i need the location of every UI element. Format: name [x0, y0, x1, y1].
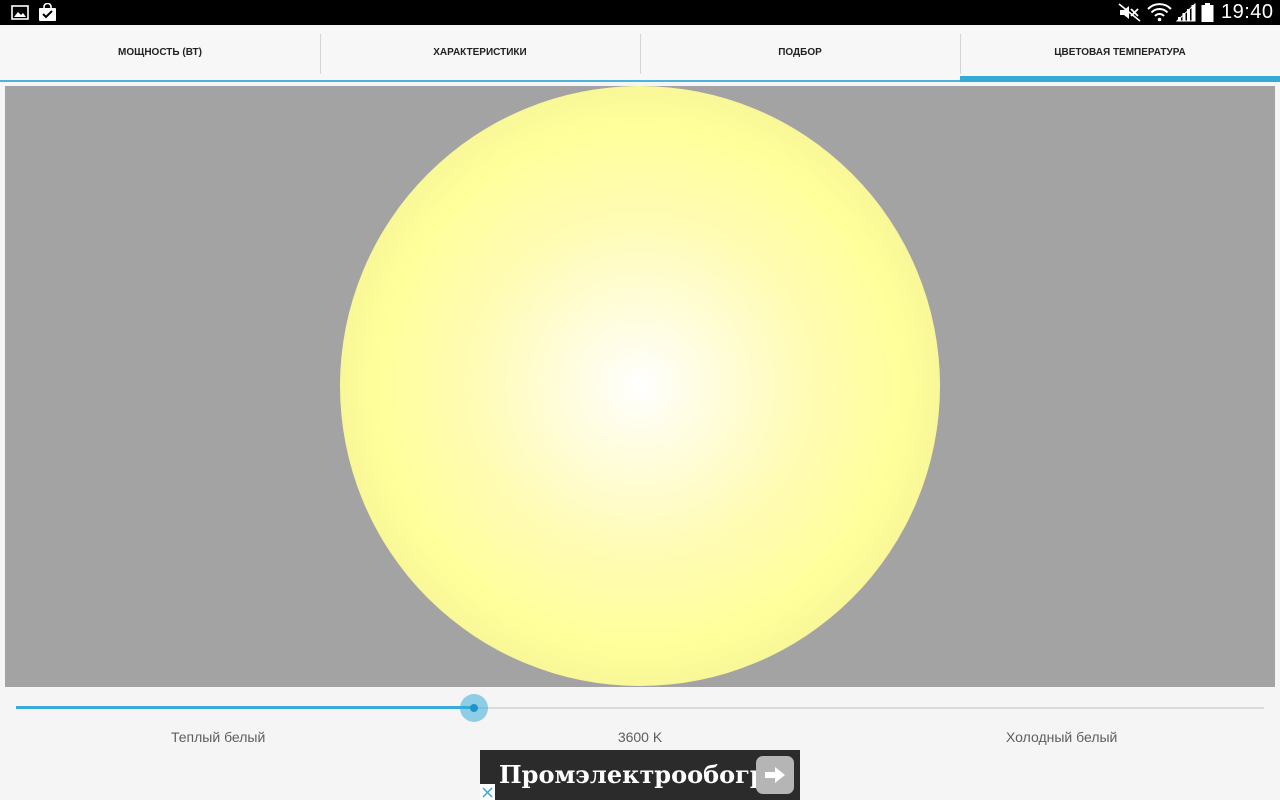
arrow-right-icon[interactable] — [756, 756, 794, 794]
slider-thumb[interactable] — [460, 694, 489, 722]
tab-power[interactable]: МОЩНОСТЬ (ВТ) — [0, 25, 320, 82]
cold-white-label: Холодный белый — [1006, 729, 1118, 745]
lamp-glow-circle — [340, 86, 940, 686]
tab-color-temperature[interactable]: ЦВЕТОВАЯ ТЕМПЕРАТУРА — [960, 25, 1280, 82]
tab-bar: МОЩНОСТЬ (ВТ) ХАРАКТЕРИСТИКИ ПОДБОР ЦВЕТ… — [0, 25, 1280, 82]
gallery-icon — [11, 5, 29, 20]
tab-characteristics[interactable]: ХАРАКТЕРИСТИКИ — [320, 25, 640, 82]
temperature-value: 3600 K — [617, 729, 663, 745]
color-temperature-slider[interactable] — [16, 694, 1264, 722]
mute-icon — [1118, 3, 1141, 22]
shopping-bag-check-icon — [39, 3, 56, 21]
app-screen: 19:40 МОЩНОСТЬ (ВТ) ХАРАКТЕРИСТИКИ ПОДБО… — [0, 0, 1280, 800]
wifi-icon — [1147, 3, 1172, 22]
ad-text: Промэлектрообогрев — [499, 760, 761, 789]
clock: 19:40 — [1221, 1, 1274, 23]
slider-fill — [16, 706, 475, 709]
battery-icon — [1201, 3, 1214, 22]
signal-icon — [1176, 3, 1196, 22]
color-preview-area — [5, 86, 1275, 687]
tab-selection[interactable]: ПОДБОР — [640, 25, 960, 82]
status-bar: 19:40 — [0, 0, 1280, 25]
close-icon[interactable] — [480, 784, 495, 800]
warm-white-label: Теплый белый — [171, 729, 266, 745]
ad-banner[interactable]: Промэлектрообогрев — [480, 750, 800, 800]
